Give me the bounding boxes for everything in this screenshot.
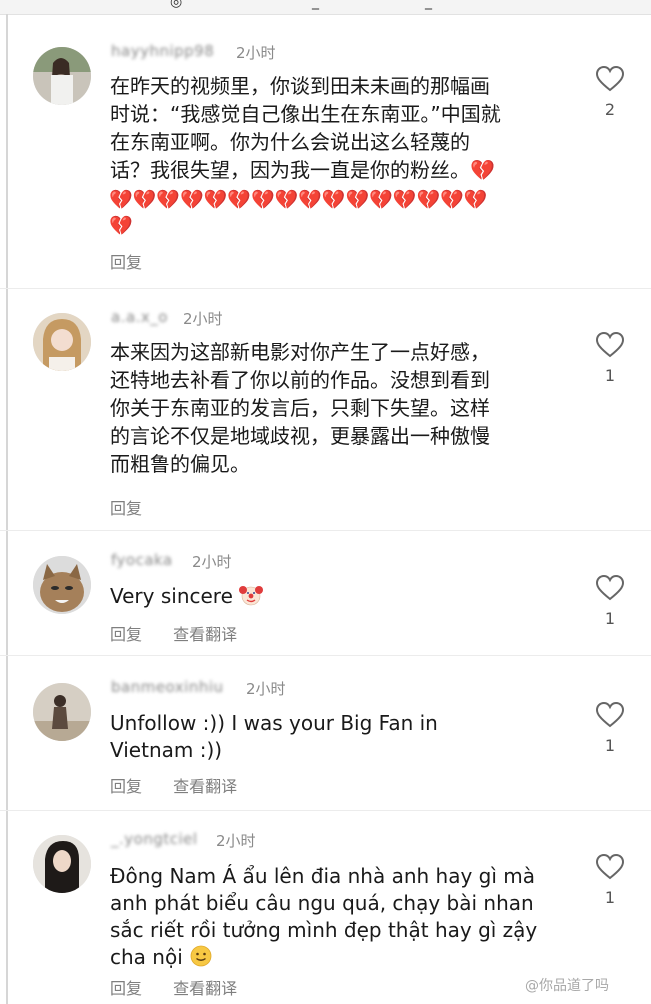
translate-button[interactable]: 查看翻译 (173, 979, 237, 998)
like-button[interactable]: 1 (593, 332, 627, 385)
heart-icon (596, 702, 624, 728)
divider (0, 288, 651, 289)
username[interactable]: fyocaka (111, 551, 173, 569)
comment-actions: 回复 (110, 249, 168, 273)
like-count: 1 (604, 366, 616, 385)
reply-button[interactable]: 回复 (110, 777, 142, 796)
comment-actions: 回复 查看翻译 (110, 975, 263, 999)
like-count: 1 (604, 736, 616, 755)
comment-text: 本来因为这部新电影对你产生了一点好感， 还特地去补看了你以前的作品。没想到看到 … (110, 338, 550, 478)
comment-line: 还特地去补看了你以前的作品。没想到看到 (110, 368, 490, 392)
comment-text: Very sincere (110, 583, 550, 610)
like-button[interactable]: 2 (593, 66, 627, 119)
reply-button[interactable]: 回复 (110, 499, 142, 518)
comment-line: 你关于东南亚的发言后，只剩下失望。这样 (110, 396, 490, 420)
comment-line: Very sincere (110, 584, 233, 608)
comment-actions: 回复 查看翻译 (110, 621, 263, 645)
like-count: 1 (604, 888, 616, 907)
broken-hearts-line: 💔💔💔💔💔💔💔💔💔💔💔💔💔💔💔💔 (109, 189, 488, 211)
avatar[interactable] (33, 683, 91, 741)
comment-line: sắc riết rồi tưởng mình đẹp thật hay gì … (110, 918, 538, 942)
weibo-watermark: @你品道了吗 (525, 978, 609, 994)
avatar[interactable] (33, 835, 91, 893)
divider (0, 530, 651, 531)
comment-line: Unfollow :)) I was your Big Fan in (110, 711, 438, 735)
username[interactable]: hayyhnipp98 (111, 42, 214, 60)
comment-text: Đông Nam Á ẩu lên đia nhà anh hay gì mà … (110, 863, 550, 971)
comment-line: 而粗鲁的偏见。 (110, 452, 250, 476)
comment-time: 2小时 (246, 680, 286, 698)
heart-icon (596, 332, 624, 358)
underscore-glyph-2: _ (425, 0, 432, 10)
divider (0, 655, 651, 656)
comment-line: 本来因为这部新电影对你产生了一点好感， (110, 340, 490, 364)
circle-glyph: ◎ (170, 0, 183, 10)
heart-icon (596, 854, 624, 880)
like-button[interactable]: 1 (593, 702, 627, 755)
translate-button[interactable]: 查看翻译 (173, 625, 237, 644)
comment-time: 2小时 (236, 44, 276, 62)
divider (0, 810, 651, 811)
comment-line: 时说：“我感觉自己像出生在东南亚。”中国就 (110, 102, 501, 126)
comment-line: Vietnam :)) (110, 738, 223, 762)
comment-line: 在东南亚啊。你为什么会说出这么轻蔑的 (110, 130, 470, 154)
clown-face-icon (239, 583, 264, 607)
heart-icon (596, 575, 624, 601)
slightly-smiling-face-icon (189, 944, 213, 968)
left-edge-line (6, 14, 8, 1004)
like-count: 2 (604, 100, 616, 119)
avatar[interactable] (33, 313, 91, 371)
comment-time: 2小时 (192, 553, 232, 571)
reply-button[interactable]: 回复 (110, 253, 142, 272)
status-bar-fragment: ◎ _ _ (0, 0, 651, 15)
underscore-glyph: _ (312, 0, 319, 10)
like-count: 1 (604, 609, 616, 628)
comment-line: 在昨天的视频里，你谈到田未未画的那幅画 (110, 74, 490, 98)
comment-actions: 回复 查看翻译 (110, 773, 263, 797)
comment-line: 的言论不仅是地域歧视，更暴露出一种傲慢 (110, 424, 490, 448)
broken-hearts-line-2: 💔 (109, 215, 133, 237)
avatar[interactable] (33, 556, 91, 614)
username[interactable]: _.yongtciel (111, 830, 198, 848)
heart-icon (596, 66, 624, 92)
translate-button[interactable]: 查看翻译 (173, 777, 237, 796)
comment-text: Unfollow :)) I was your Big Fan in Vietn… (110, 710, 550, 764)
comment-line: Đông Nam Á ẩu lên đia nhà anh hay gì mà (110, 864, 536, 888)
comment-line: cha nội (110, 945, 183, 969)
like-button[interactable]: 1 (593, 575, 627, 628)
reply-button[interactable]: 回复 (110, 979, 142, 998)
comment-line: anh phát biểu câu ngu quá, chạy bài nhan (110, 891, 534, 915)
comment-line: 话？我很失望，因为我一直是你的粉丝。💔 (110, 158, 495, 182)
username[interactable]: banmeoxinhiu (111, 678, 224, 696)
username[interactable]: a.a.x_o (111, 308, 168, 326)
comment-text: 在昨天的视频里，你谈到田未未画的那幅画 时说：“我感觉自己像出生在东南亚。”中国… (110, 72, 550, 184)
comment-actions: 回复 (110, 495, 168, 519)
comment-time: 2小时 (183, 310, 223, 328)
like-button[interactable]: 1 (593, 854, 627, 907)
avatar[interactable] (33, 47, 91, 105)
comment-time: 2小时 (216, 832, 256, 850)
reply-button[interactable]: 回复 (110, 625, 142, 644)
